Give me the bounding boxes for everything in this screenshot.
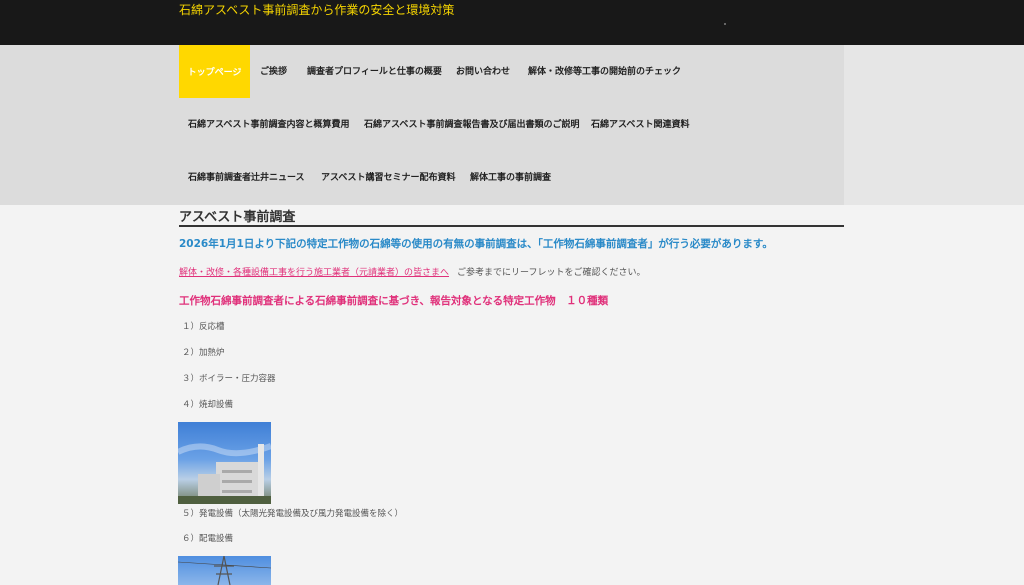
list-item: ２）加熱炉 bbox=[182, 348, 225, 358]
power-distribution-photo bbox=[178, 556, 271, 585]
nav-item-seminar[interactable]: アスベスト講習セミナー配布資料 bbox=[321, 172, 456, 184]
leaflet-note: ご参考までにリーフレットをご確認ください。 bbox=[457, 268, 646, 278]
list-item: ３）ボイラー・圧力容器 bbox=[182, 374, 276, 384]
leaflet-link[interactable]: 解体・改修・各種設備工事を行う施工業者（元請業者）の皆さまへ bbox=[179, 268, 449, 278]
power-tower-illustration bbox=[178, 556, 271, 585]
site-title[interactable]: 石綿アスベスト事前調査から作業の安全と環境対策 bbox=[179, 3, 454, 17]
page-title: アスベスト事前調査 bbox=[179, 210, 296, 225]
structures-subhead: 工作物石綿事前調査者による石綿事前調査に基づき、報告対象となる特定工作物 １０種… bbox=[179, 295, 609, 307]
nav-item-survey-cost[interactable]: 石綿アスベスト事前調査内容と概算費用 bbox=[188, 119, 350, 131]
nav-item-contact[interactable]: お問い合わせ bbox=[456, 66, 510, 78]
facility-illustration bbox=[178, 443, 271, 504]
notice-text: 2026年1月1日より下記の特定工作物の石綿等の使用の有無の事前調査は、「工作物… bbox=[179, 238, 773, 250]
list-item: ５）発電設備（太陽光発電設備及び風力発電設備を除く） bbox=[182, 509, 404, 519]
nav-item-precheck[interactable]: 解体・改修等工事の開始前のチェック bbox=[528, 66, 681, 78]
incineration-facility-photo bbox=[178, 422, 271, 504]
nav-item-greeting[interactable]: ご挨拶 bbox=[260, 66, 287, 78]
leaflet-line: 解体・改修・各種設備工事を行う施工業者（元請業者）の皆さまへ ご参考までにリーフレ… bbox=[179, 265, 645, 278]
header-dot bbox=[724, 23, 726, 25]
nav-item-top[interactable]: トップページ bbox=[179, 45, 250, 98]
list-item: ６）配電設備 bbox=[182, 534, 234, 544]
nav-item-asbestos-docs[interactable]: 石綿アスベスト関連資料 bbox=[591, 119, 690, 131]
nav-item-demolition-survey[interactable]: 解体工事の事前調査 bbox=[470, 172, 551, 184]
nav-item-news[interactable]: 石綿事前調査者辻井ニュース bbox=[188, 172, 305, 184]
list-item: １）反応槽 bbox=[182, 322, 225, 332]
nav-menu-edge bbox=[844, 45, 1024, 205]
nav-item-report-docs[interactable]: 石綿アスベスト事前調査報告書及び届出書類のご説明 bbox=[364, 119, 580, 131]
site-header bbox=[0, 0, 1024, 45]
title-divider bbox=[179, 225, 844, 227]
list-item: ４）焼却設備 bbox=[182, 400, 234, 410]
nav-item-profile[interactable]: 調査者プロフィールと仕事の概要 bbox=[307, 66, 442, 78]
